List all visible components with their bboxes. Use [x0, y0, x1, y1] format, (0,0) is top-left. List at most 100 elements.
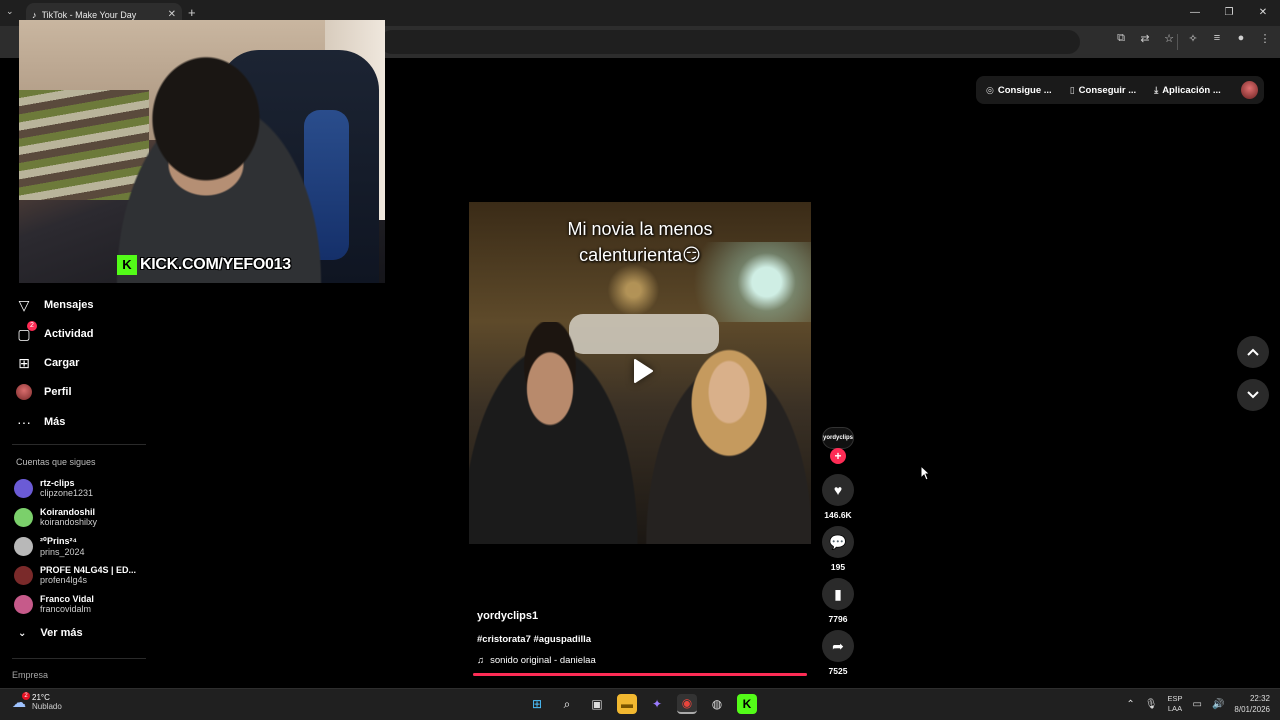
chrome-icon[interactable]: ◉ [677, 694, 697, 714]
previous-video-button[interactable] [1237, 336, 1269, 368]
like-action[interactable]: ♥ 146.6K [822, 474, 854, 520]
account-username: clipzone1231 [40, 488, 94, 498]
task-view-icon[interactable]: ▣ [587, 694, 607, 714]
account-name: PROFE N4LG4S | ED... [40, 565, 137, 575]
weather-badge: 2 [22, 691, 30, 700]
following-account-item[interactable]: PROFE N4LG4S | ED... profen4lg4s [14, 562, 136, 588]
microphone-icon[interactable]: 🎙 [1145, 699, 1158, 710]
sidebar-item-mas[interactable]: ··· Más [16, 412, 65, 432]
chevron-down-icon [1247, 391, 1259, 399]
minimize-icon[interactable]: — [1178, 0, 1212, 26]
comment-action[interactable]: 💬 195 [822, 526, 854, 572]
display-icon[interactable]: ▭ [1193, 699, 1202, 710]
coin-icon: ◎ [986, 84, 994, 95]
video-sound[interactable]: ♫ sonido original - danielaa [477, 655, 596, 666]
sidebar-item-perfil[interactable]: Perfil [16, 382, 72, 402]
language-code: ESP [1167, 694, 1183, 703]
play-icon[interactable] [625, 350, 661, 392]
sidebar-item-label: Actividad [44, 328, 94, 340]
video-progress-bar[interactable] [473, 673, 807, 676]
following-account-item[interactable]: ²⁰Prins²⁴ prins_2024 [14, 533, 85, 559]
top-action-bar: ◎ Consigue ... ▯ Conseguir ... ⤓ Aplicación… [976, 76, 1264, 104]
clock-time: 22:32 [1249, 694, 1270, 703]
sidebar-divider [12, 444, 146, 445]
menu-icon[interactable]: ⋮ [1258, 32, 1272, 45]
tray-overflow-icon[interactable]: ⌃ [1126, 699, 1134, 710]
empresa-link[interactable]: Empresa [12, 670, 48, 680]
volume-icon[interactable]: 🔊 [1212, 699, 1224, 710]
video-caption-overlay: Mi novia la menos calenturienta😏 [469, 216, 811, 268]
cloud-icon: ☁ 2 [12, 691, 30, 711]
kick-app-icon[interactable]: K [737, 694, 757, 714]
sidebar-item-mensajes[interactable]: ▽ Mensajes [16, 295, 94, 315]
creator-avatar[interactable]: yordyclips [822, 427, 854, 449]
profile-avatar [16, 384, 32, 400]
video-player[interactable]: Mi novia la menos calenturienta😏 [469, 202, 811, 544]
sidebar-item-actividad[interactable]: ▢ 2 Actividad [16, 321, 94, 344]
weather-condition: Nublado [32, 702, 62, 711]
profile-icon[interactable]: ● [1234, 32, 1248, 45]
extensions-icon[interactable]: ✧ [1186, 32, 1200, 45]
file-explorer-icon[interactable]: ▬ [617, 694, 637, 714]
bookmark-icon[interactable]: ▮ [822, 578, 854, 610]
following-account-item[interactable]: rtz-clips clipzone1231 [14, 475, 93, 501]
account-username: profen4lg4s [40, 575, 88, 585]
download-app-label: Aplicación ... [1162, 84, 1221, 96]
new-tab-icon[interactable]: + [188, 5, 196, 20]
more-icon: ··· [17, 414, 31, 430]
heart-icon[interactable]: ♥ [822, 474, 854, 506]
download-icon: ⤓ [1154, 84, 1159, 95]
toolbar-icons: ⧉ ⇄ ☆ ✧ ≡ ● ⋮ [1114, 32, 1272, 45]
account-avatar [14, 478, 33, 498]
video-author[interactable]: yordyclips1 [477, 610, 538, 622]
get-coins-button[interactable]: ◎ Consigue ... [986, 85, 1052, 96]
account-avatar [14, 507, 33, 527]
tab-close-icon[interactable]: ✕ [168, 9, 176, 20]
video-sound-label: sonido original - danielaa [490, 655, 596, 666]
next-video-button[interactable] [1237, 379, 1269, 411]
search-icon[interactable]: ⌕ [557, 694, 577, 714]
sidebar-item-cargar[interactable]: ⊞ Cargar [16, 353, 79, 373]
video-hashtags[interactable]: #cristorata7 #aguspadilla [477, 634, 591, 645]
language-indicator[interactable]: ESP LAA [1167, 694, 1182, 714]
download-app-button[interactable]: ⤓ Aplicación ... [1154, 85, 1221, 96]
close-window-icon[interactable]: ✕ [1246, 0, 1280, 26]
get-app-button[interactable]: ▯ Conseguir ... [1070, 85, 1137, 96]
cast-icon[interactable]: ⧉ [1114, 32, 1128, 45]
send-icon: ▽ [18, 296, 30, 313]
following-section-title: Cuentas que sigues [16, 457, 96, 467]
save-count: 7796 [828, 614, 848, 624]
comment-icon[interactable]: 💬 [822, 526, 854, 558]
translate-icon[interactable]: ⇄ [1138, 32, 1152, 45]
account-username: francovidalm [40, 604, 92, 614]
save-action[interactable]: ▮ 7796 [822, 578, 854, 624]
share-action[interactable]: ➦ 7525 [822, 630, 854, 676]
obs-icon[interactable]: ◍ [707, 694, 727, 714]
following-account-item[interactable]: Koirandoshil koirandoshilxy [14, 504, 97, 530]
music-note-icon: ♫ [477, 655, 485, 666]
see-more-button[interactable]: ⌄ Ver más [18, 627, 83, 639]
address-bar[interactable] [380, 30, 1080, 54]
sidebar-item-label: Cargar [44, 357, 80, 369]
copilot-icon[interactable]: ✦ [647, 694, 667, 714]
restore-icon[interactable]: ❐ [1212, 0, 1246, 26]
tab-list-icon[interactable]: ⌄ [6, 6, 14, 17]
weather-widget[interactable]: ☁ 2 21°C Nublado [12, 691, 62, 711]
windows-start-icon[interactable]: ⊞ [527, 694, 547, 714]
follow-plus-icon[interactable]: + [830, 448, 846, 464]
clock[interactable]: 22:32 8/01/2026 [1234, 693, 1270, 715]
window-controls: — ❐ ✕ [1178, 0, 1280, 26]
like-count: 146.6K [824, 510, 852, 520]
kick-url-text: KICK.COM/YEFO013 [140, 256, 291, 273]
comment-count: 195 [830, 562, 846, 572]
bookmark-star-icon[interactable]: ☆ [1162, 32, 1176, 45]
video-progress-fill [473, 673, 807, 676]
share-icon[interactable]: ➦ [822, 630, 854, 662]
get-app-label: Conseguir ... [1078, 84, 1137, 96]
account-username: prins_2024 [40, 546, 85, 557]
see-more-label: Ver más [40, 627, 83, 639]
following-account-item[interactable]: Franco Vidal francovidalm [14, 591, 94, 617]
reading-list-icon[interactable]: ≡ [1210, 32, 1224, 45]
kick-watermark: K KICK.COM/YEFO013 [117, 254, 291, 276]
user-avatar[interactable] [1240, 81, 1258, 99]
